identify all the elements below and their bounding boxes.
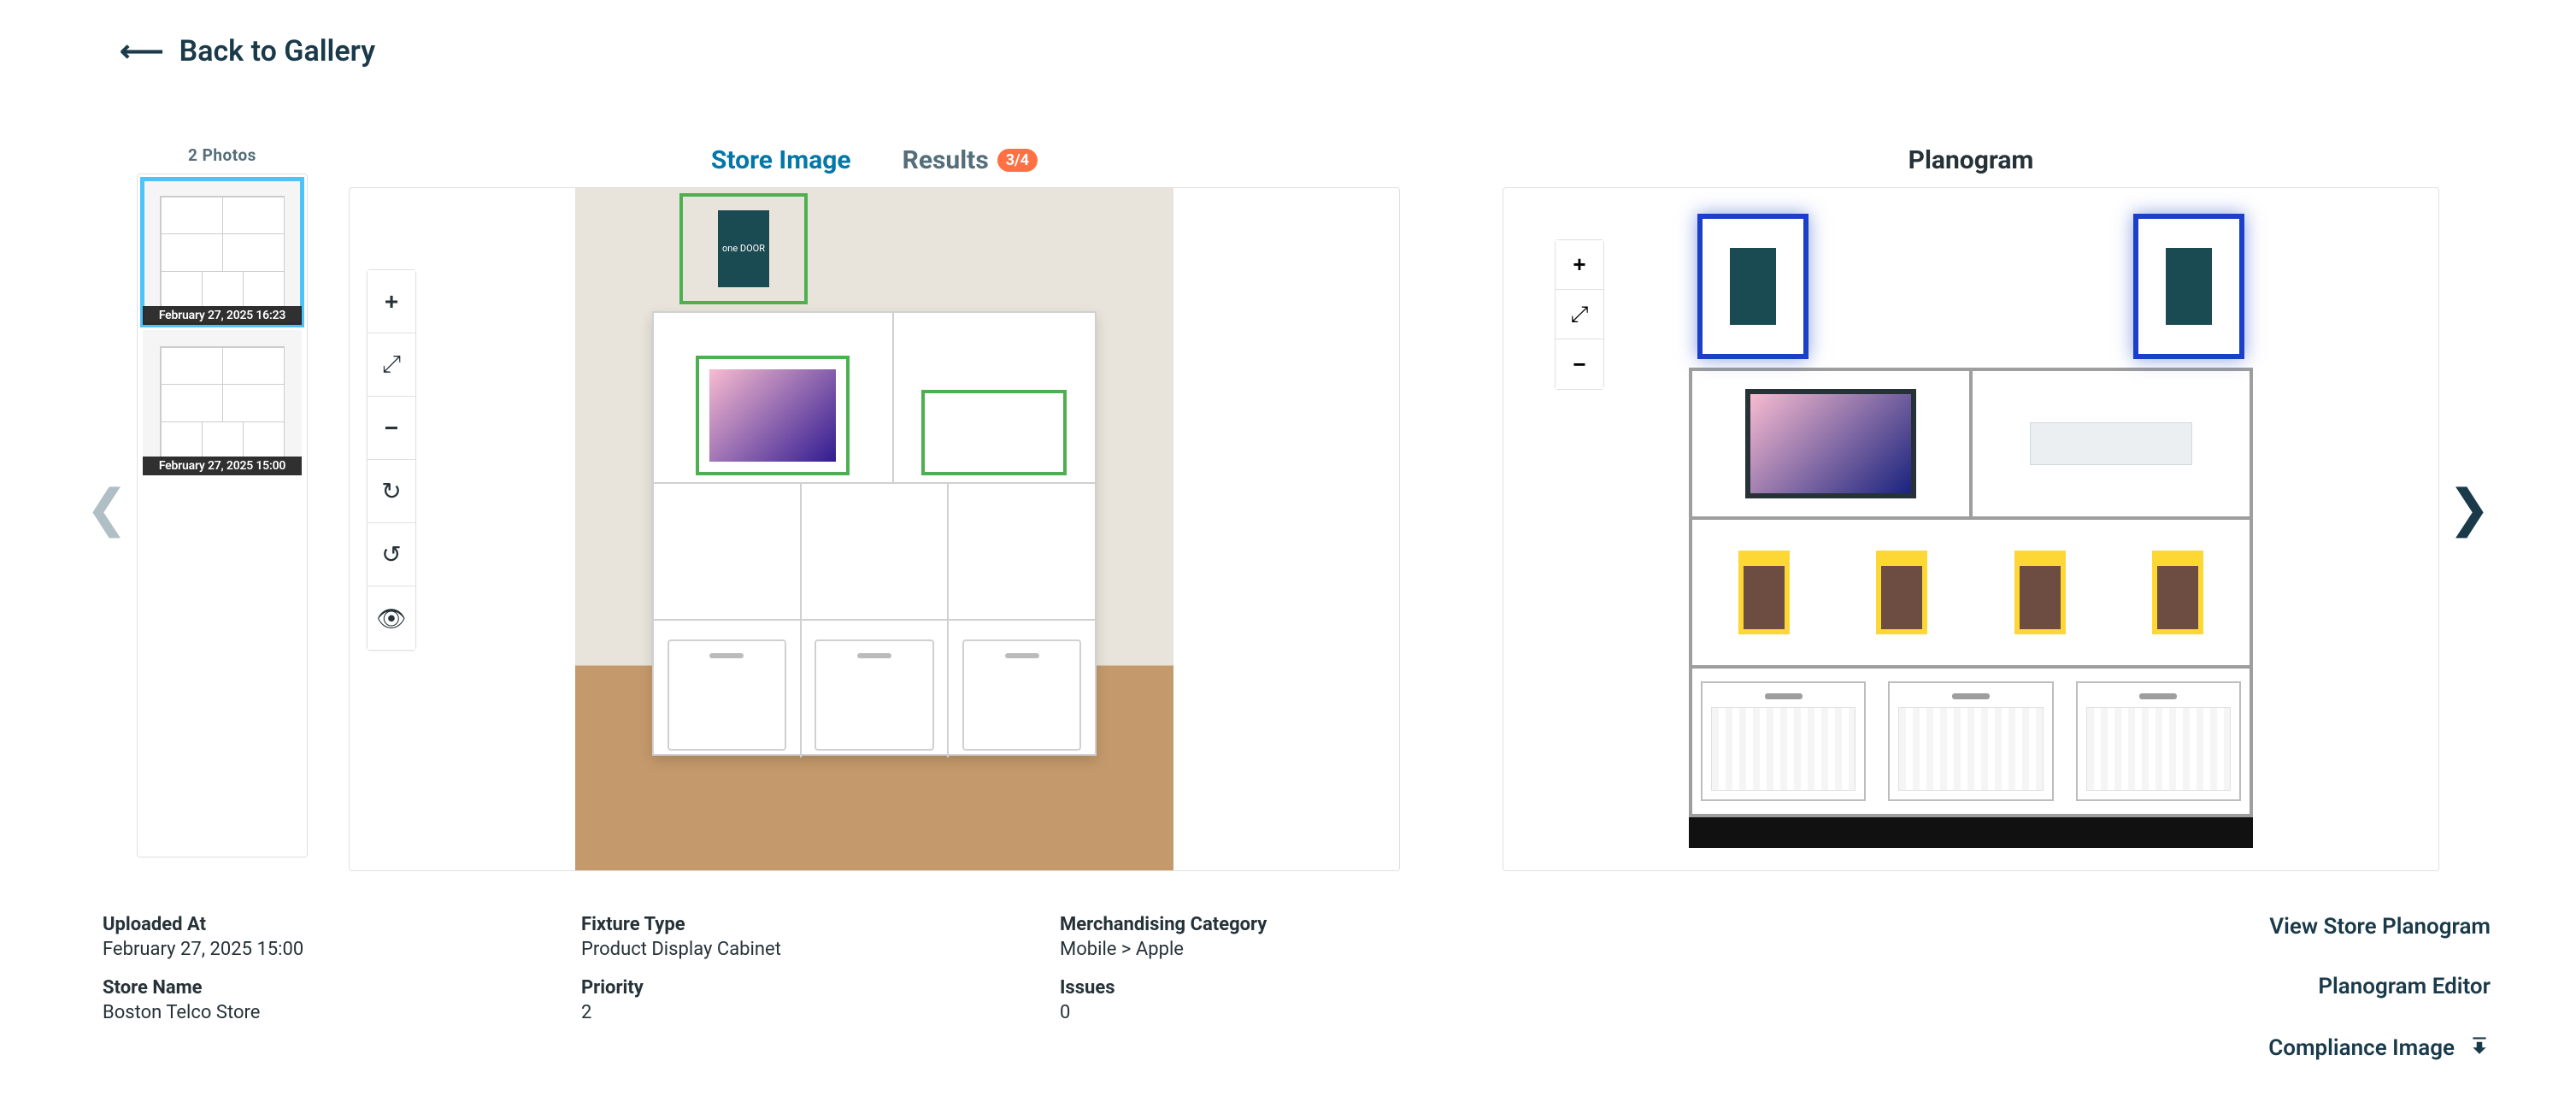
next-arrow[interactable]: ❯ — [2439, 145, 2499, 871]
back-to-gallery-link[interactable]: ⟵ Back to Gallery — [120, 34, 375, 68]
planogram-product — [1745, 389, 1916, 498]
results-badge: 3/4 — [997, 149, 1038, 172]
planogram-viewer: + ⤢ − — [1503, 187, 2439, 871]
expand-icon: ⤢ — [382, 351, 401, 379]
detected-product — [696, 356, 850, 475]
fit-screen-button[interactable]: ⤢ — [368, 333, 415, 397]
planogram-product — [2030, 422, 2192, 465]
store-image-viewer: + ⤢ − ↻ ↺ 👁 one DOOR — [349, 187, 1400, 871]
prev-arrow[interactable]: ❮ — [77, 145, 137, 871]
planogram-sign — [2133, 214, 2244, 359]
view-store-planogram-link[interactable]: View Store Planogram — [2269, 914, 2491, 940]
tab-label: Store Image — [711, 145, 851, 175]
priority-label: Priority — [581, 977, 1060, 999]
sign-text: one DOOR — [718, 210, 769, 287]
plus-icon: + — [1573, 251, 1585, 278]
fit-screen-button[interactable]: ⤢ — [1556, 290, 1603, 339]
planogram-drawer — [1701, 681, 1866, 801]
minus-icon: − — [385, 415, 398, 442]
rotate-left-icon: ↺ — [381, 540, 401, 569]
store-photo[interactable]: one DOOR — [575, 188, 1173, 870]
planogram-drawer — [1888, 681, 2053, 801]
compliance-image-link[interactable]: Compliance Image — [2268, 1034, 2491, 1062]
eye-icon: 👁 — [376, 604, 407, 633]
planogram-product — [2014, 551, 2066, 634]
thumbnail-preview — [143, 180, 302, 325]
tab-bar: Store Image Results 3/4 — [349, 145, 1400, 175]
arrow-left-icon: ⟵ — [120, 36, 164, 67]
merch-category-label: Merchandising Category — [1060, 914, 1538, 935]
planogram-product — [1738, 551, 1790, 634]
back-label: Back to Gallery — [179, 34, 375, 68]
planogram-product — [2152, 551, 2203, 634]
zoom-controls: + ⤢ − ↻ ↺ 👁 — [367, 269, 416, 651]
planogram-title: Planogram — [1503, 145, 2439, 175]
issues-label: Issues — [1060, 977, 1538, 999]
uploaded-at-label: Uploaded At — [103, 914, 581, 935]
tab-store-image[interactable]: Store Image — [711, 145, 851, 175]
photos-count-header: 2 Photos — [137, 145, 308, 165]
rotate-left-button[interactable]: ↺ — [368, 523, 415, 586]
rotate-right-button[interactable]: ↻ — [368, 460, 415, 523]
zoom-in-button[interactable]: + — [1556, 240, 1603, 290]
chevron-left-icon: ❮ — [85, 478, 128, 539]
zoom-out-button[interactable]: − — [1556, 339, 1603, 389]
detected-product — [921, 390, 1067, 475]
thumbnail-preview — [143, 330, 302, 475]
zoom-in-button[interactable]: + — [368, 270, 415, 333]
drawer — [668, 639, 786, 751]
planogram-zoom-controls: + ⤢ − — [1555, 239, 1604, 390]
fixture-type-label: Fixture Type — [581, 914, 1060, 935]
thumbnail-list: February 27, 2025 16:23 February 27, 202… — [137, 174, 308, 857]
store-name-value: Boston Telco Store — [103, 1002, 581, 1023]
action-label: View Store Planogram — [2269, 914, 2491, 940]
tab-label: Results — [903, 145, 989, 175]
fixture-type-value: Product Display Cabinet — [581, 939, 1060, 960]
action-label: Compliance Image — [2268, 1035, 2455, 1061]
thumbnail-item[interactable]: February 27, 2025 15:00 — [143, 330, 302, 475]
planogram-editor-link[interactable]: Planogram Editor — [2318, 974, 2491, 999]
drawer — [962, 639, 1081, 751]
thumbnail-timestamp: February 27, 2025 16:23 — [143, 306, 302, 325]
detected-sign: one DOOR — [679, 193, 808, 304]
action-label: Planogram Editor — [2318, 974, 2491, 999]
thumbnail-timestamp: February 27, 2025 15:00 — [143, 457, 302, 475]
planogram-product — [1876, 551, 1927, 634]
priority-value: 2 — [581, 1002, 1060, 1023]
minus-icon: − — [1573, 351, 1585, 378]
expand-icon: ⤢ — [1571, 301, 1589, 328]
rotate-right-icon: ↻ — [381, 477, 401, 505]
tab-results[interactable]: Results 3/4 — [903, 145, 1038, 175]
merch-category-value: Mobile > Apple — [1060, 939, 1538, 960]
chevron-right-icon: ❯ — [2448, 478, 2491, 539]
drawer — [815, 639, 933, 751]
store-name-label: Store Name — [103, 977, 581, 999]
zoom-out-button[interactable]: − — [368, 397, 415, 460]
planogram-canvas[interactable] — [1689, 214, 2253, 848]
plus-icon: + — [385, 288, 398, 315]
download-icon — [2468, 1034, 2491, 1062]
issues-value: 0 — [1060, 1002, 1538, 1023]
planogram-sign — [1697, 214, 1808, 359]
uploaded-at-value: February 27, 2025 15:00 — [103, 939, 581, 960]
planogram-drawer — [2076, 681, 2241, 801]
visibility-button[interactable]: 👁 — [368, 586, 415, 650]
thumbnail-item[interactable]: February 27, 2025 16:23 — [143, 180, 302, 325]
